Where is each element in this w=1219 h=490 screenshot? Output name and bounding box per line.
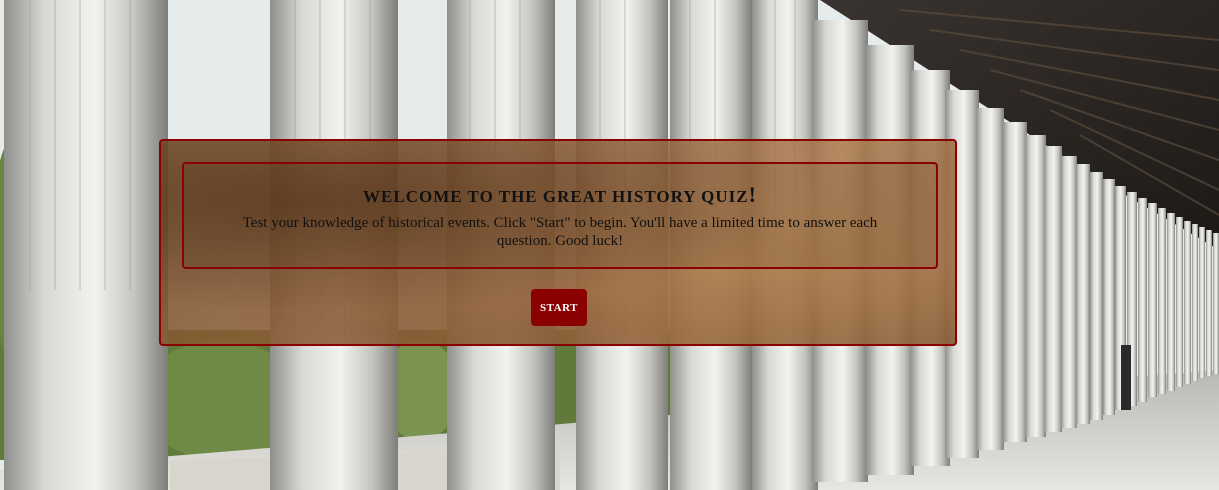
page-background: WELCOME TO THE GREAT HISTORY QUIZ! Test … — [0, 0, 1219, 490]
quiz-title: WELCOME TO THE GREAT HISTORY QUIZ! — [184, 182, 936, 208]
quiz-title-exclamation: ! — [748, 182, 757, 207]
quiz-intro-box: WELCOME TO THE GREAT HISTORY QUIZ! Test … — [182, 162, 938, 269]
quiz-title-text: WELCOME TO THE GREAT HISTORY QUIZ — [363, 187, 749, 206]
start-button[interactable]: START — [531, 289, 587, 326]
quiz-description: Test your knowledge of historical events… — [242, 215, 878, 249]
quiz-intro-panel: WELCOME TO THE GREAT HISTORY QUIZ! Test … — [159, 139, 957, 346]
